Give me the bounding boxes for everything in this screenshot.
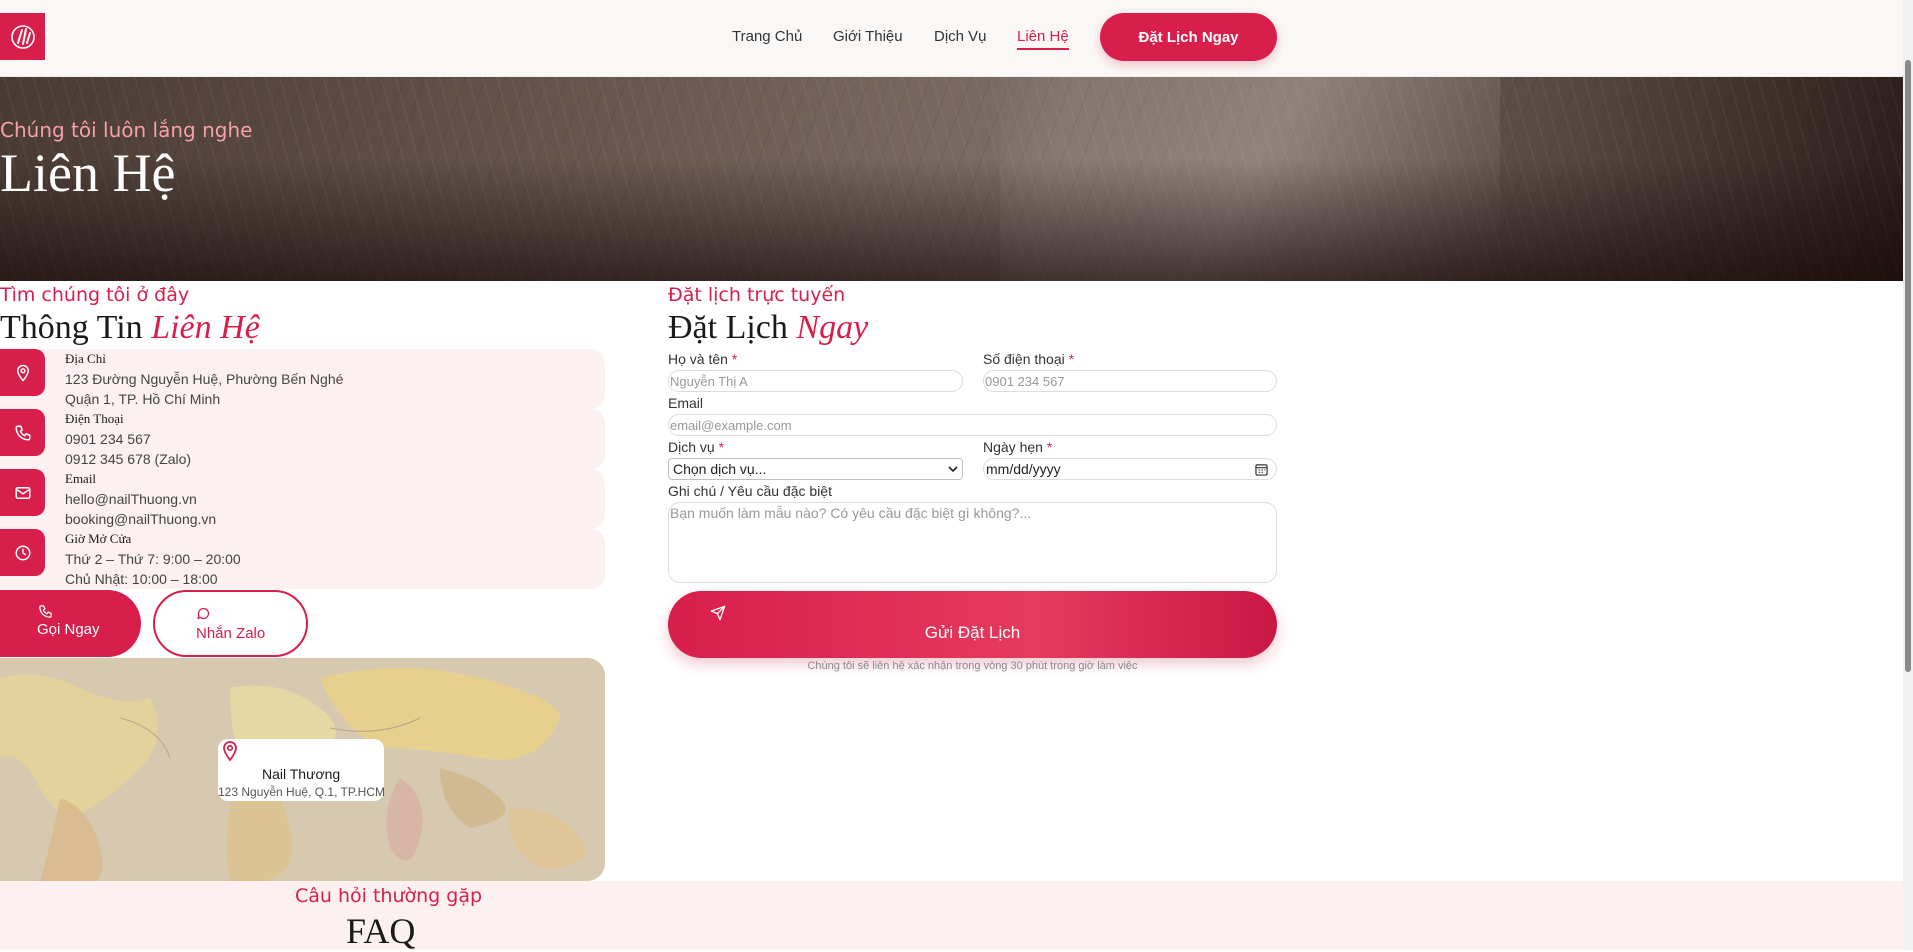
- address-label: Địa Chỉ: [65, 351, 106, 366]
- phone-field-label: Số điện thoại *: [983, 351, 1074, 367]
- date-field[interactable]: mm/dd/yyyy: [983, 458, 1277, 480]
- hours-line-1: Thứ 2 – Thứ 7: 9:00 – 20:00: [65, 551, 241, 567]
- phone-label: Điện Thoại: [65, 411, 124, 426]
- booking-title-plain: Đặt Lịch: [668, 309, 788, 346]
- nav-services[interactable]: Dịch Vụ: [934, 28, 987, 45]
- service-field-label-text: Dịch vụ: [668, 439, 715, 455]
- phone-line-2: 0912 345 678 (Zalo): [65, 451, 192, 467]
- note-textarea[interactable]: Bạn muốn làm mẫu nào? Có yêu cầu đặc biệ…: [668, 502, 1277, 583]
- call-now-button[interactable]: Gọi Ngay: [0, 590, 141, 657]
- address-line-1: 123 Đường Nguyễn Huệ, Phường Bến Nghé: [65, 371, 344, 387]
- booking-kicker: Đặt lịch trực tuyến: [668, 284, 846, 306]
- phone-field[interactable]: 0901 234 567: [983, 370, 1277, 392]
- chat-bubble-icon: [197, 607, 210, 620]
- phone-icon-box: [0, 409, 45, 456]
- chevron-down-icon: [948, 466, 958, 473]
- email-line-2: booking@nailThuong.vn: [65, 511, 217, 527]
- contact-title: Thông Tin Liên Hệ: [0, 309, 260, 347]
- email-field[interactable]: email@example.com: [668, 414, 1277, 436]
- name-field[interactable]: Nguyễn Thị A: [668, 370, 963, 392]
- hours-icon-box: [0, 529, 45, 576]
- nav-home[interactable]: Trang Chủ: [732, 28, 802, 45]
- nav-contact[interactable]: Liên Hệ: [1017, 28, 1069, 50]
- service-select[interactable]: Chọn dịch vụ...: [668, 458, 963, 480]
- required-mark: *: [1046, 439, 1053, 455]
- zalo-message-button[interactable]: Nhắn Zalo: [153, 590, 308, 657]
- call-now-label: Gọi Ngay: [37, 621, 100, 638]
- site-header: Trang Chủ Giới Thiệu Dịch Vụ Liên Hệ Đặt…: [0, 0, 1913, 77]
- map-location-address: 123 Nguyễn Huệ, Q.1, TP.HCM: [218, 785, 385, 799]
- scrollbar-thumb[interactable]: [1905, 60, 1911, 672]
- submit-booking-label: Gửi Đặt Lịch: [924, 623, 1021, 642]
- map-pin-icon: [223, 741, 237, 762]
- map-location-name: Nail Thương: [262, 766, 341, 782]
- hero-subtitle: Chúng tôi luôn lắng nghe: [0, 118, 253, 142]
- submit-booking-button[interactable]: Gửi Đặt Lịch: [668, 591, 1277, 658]
- email-line-1: hello@nailThuong.vn: [65, 491, 197, 507]
- phone-icon: [15, 425, 30, 440]
- date-field-value: mm/dd/yyyy: [986, 461, 1061, 477]
- date-field-label: Ngày hẹn *: [983, 439, 1052, 455]
- contact-title-plain: Thông Tin: [0, 309, 143, 346]
- phone-icon: [39, 605, 52, 618]
- logo[interactable]: [0, 13, 45, 60]
- service-field-label: Dịch vụ *: [668, 439, 724, 455]
- booking-title: Đặt Lịch Ngay: [668, 309, 868, 347]
- name-field-label: Họ và tên *: [668, 351, 737, 367]
- book-now-button[interactable]: Đặt Lịch Ngay: [1100, 13, 1277, 61]
- phone-line-1: 0901 234 567: [65, 431, 151, 447]
- phone-field-label-text: Số điện thoại: [983, 351, 1065, 367]
- date-field-label-text: Ngày hẹn: [983, 439, 1043, 455]
- send-icon: [710, 605, 726, 621]
- email-icon-box: [0, 469, 45, 516]
- hero-title: Liên Hệ: [0, 143, 176, 203]
- hero-banner: [0, 77, 1903, 281]
- map-pin-icon: [16, 364, 29, 382]
- hours-label: Giờ Mở Cửa: [65, 531, 132, 546]
- clock-icon: [15, 545, 30, 560]
- address-line-2: Quận 1, TP. Hồ Chí Minh: [65, 391, 221, 407]
- calendar-icon[interactable]: [1255, 463, 1268, 476]
- zalo-message-label: Nhắn Zalo: [196, 625, 266, 642]
- faq-title: FAQ: [346, 911, 416, 951]
- service-select-value: Chọn dịch vụ...: [673, 461, 767, 477]
- required-mark: *: [731, 351, 738, 367]
- contact-title-em: Liên Hệ: [151, 309, 260, 346]
- booking-confirmation-note: Chúng tôi sẽ liên hệ xác nhận trong vòng…: [807, 660, 1138, 672]
- nav-about[interactable]: Giới Thiệu: [833, 28, 903, 45]
- nail-hand-logo-icon: [10, 24, 35, 49]
- mail-icon: [15, 486, 30, 499]
- hours-line-2: Chủ Nhật: 10:00 – 18:00: [65, 571, 218, 587]
- address-icon-box: [0, 349, 45, 396]
- required-mark: *: [718, 439, 725, 455]
- email-field-label: Email: [668, 395, 704, 411]
- booking-title-em: Ngay: [796, 309, 869, 346]
- faq-kicker: Câu hỏi thường gặp: [295, 885, 483, 907]
- note-field-label: Ghi chú / Yêu cầu đặc biệt: [668, 483, 832, 499]
- contact-kicker: Tìm chúng tôi ở đây: [0, 284, 190, 306]
- name-field-label-text: Họ và tên: [668, 351, 728, 367]
- required-mark: *: [1068, 351, 1075, 367]
- email-label: Email: [65, 471, 97, 486]
- faq-section: [0, 881, 1903, 950]
